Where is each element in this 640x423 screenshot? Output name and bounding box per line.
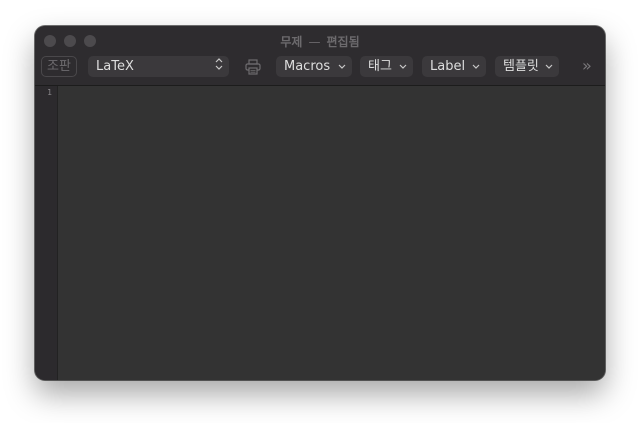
- typeset-button[interactable]: 조판: [41, 56, 77, 77]
- engine-select[interactable]: LaTeX: [88, 56, 229, 77]
- template-label: 템플릿: [503, 59, 539, 74]
- chevron-down-icon: [472, 56, 480, 86]
- line-number-gutter: 1: [35, 86, 58, 380]
- toolbar-overflow-button[interactable]: »: [582, 57, 592, 75]
- printer-icon[interactable]: [244, 59, 262, 75]
- desktop: 무제 — 편집됨 조판 LaTeX Macros 태그 Label 템플릿 » …: [0, 0, 640, 423]
- template-dropdown[interactable]: 템플릿: [495, 56, 559, 77]
- macros-label: Macros: [284, 59, 331, 74]
- label-dropdown[interactable]: Label: [422, 56, 486, 77]
- window-title: 무제 — 편집됨: [35, 33, 605, 50]
- macros-dropdown[interactable]: Macros: [276, 56, 352, 77]
- document-status: 편집됨: [326, 35, 360, 49]
- tags-dropdown[interactable]: 태그: [360, 56, 413, 77]
- line-number: 1: [47, 88, 52, 97]
- text-editor[interactable]: [58, 86, 605, 380]
- titlebar: 무제 — 편집됨 조판 LaTeX Macros 태그 Label 템플릿 »: [35, 26, 605, 86]
- document-name: 무제: [280, 35, 303, 49]
- label-label: Label: [430, 59, 466, 74]
- editor-window: 무제 — 편집됨 조판 LaTeX Macros 태그 Label 템플릿 » …: [35, 26, 605, 380]
- engine-value: LaTeX: [96, 59, 134, 74]
- chevron-down-icon: [545, 56, 553, 86]
- chevron-down-icon: [399, 56, 407, 86]
- title-separator: —: [308, 35, 321, 49]
- updown-icon: [215, 56, 223, 74]
- tags-label: 태그: [368, 59, 392, 74]
- chevron-down-icon: [338, 56, 346, 86]
